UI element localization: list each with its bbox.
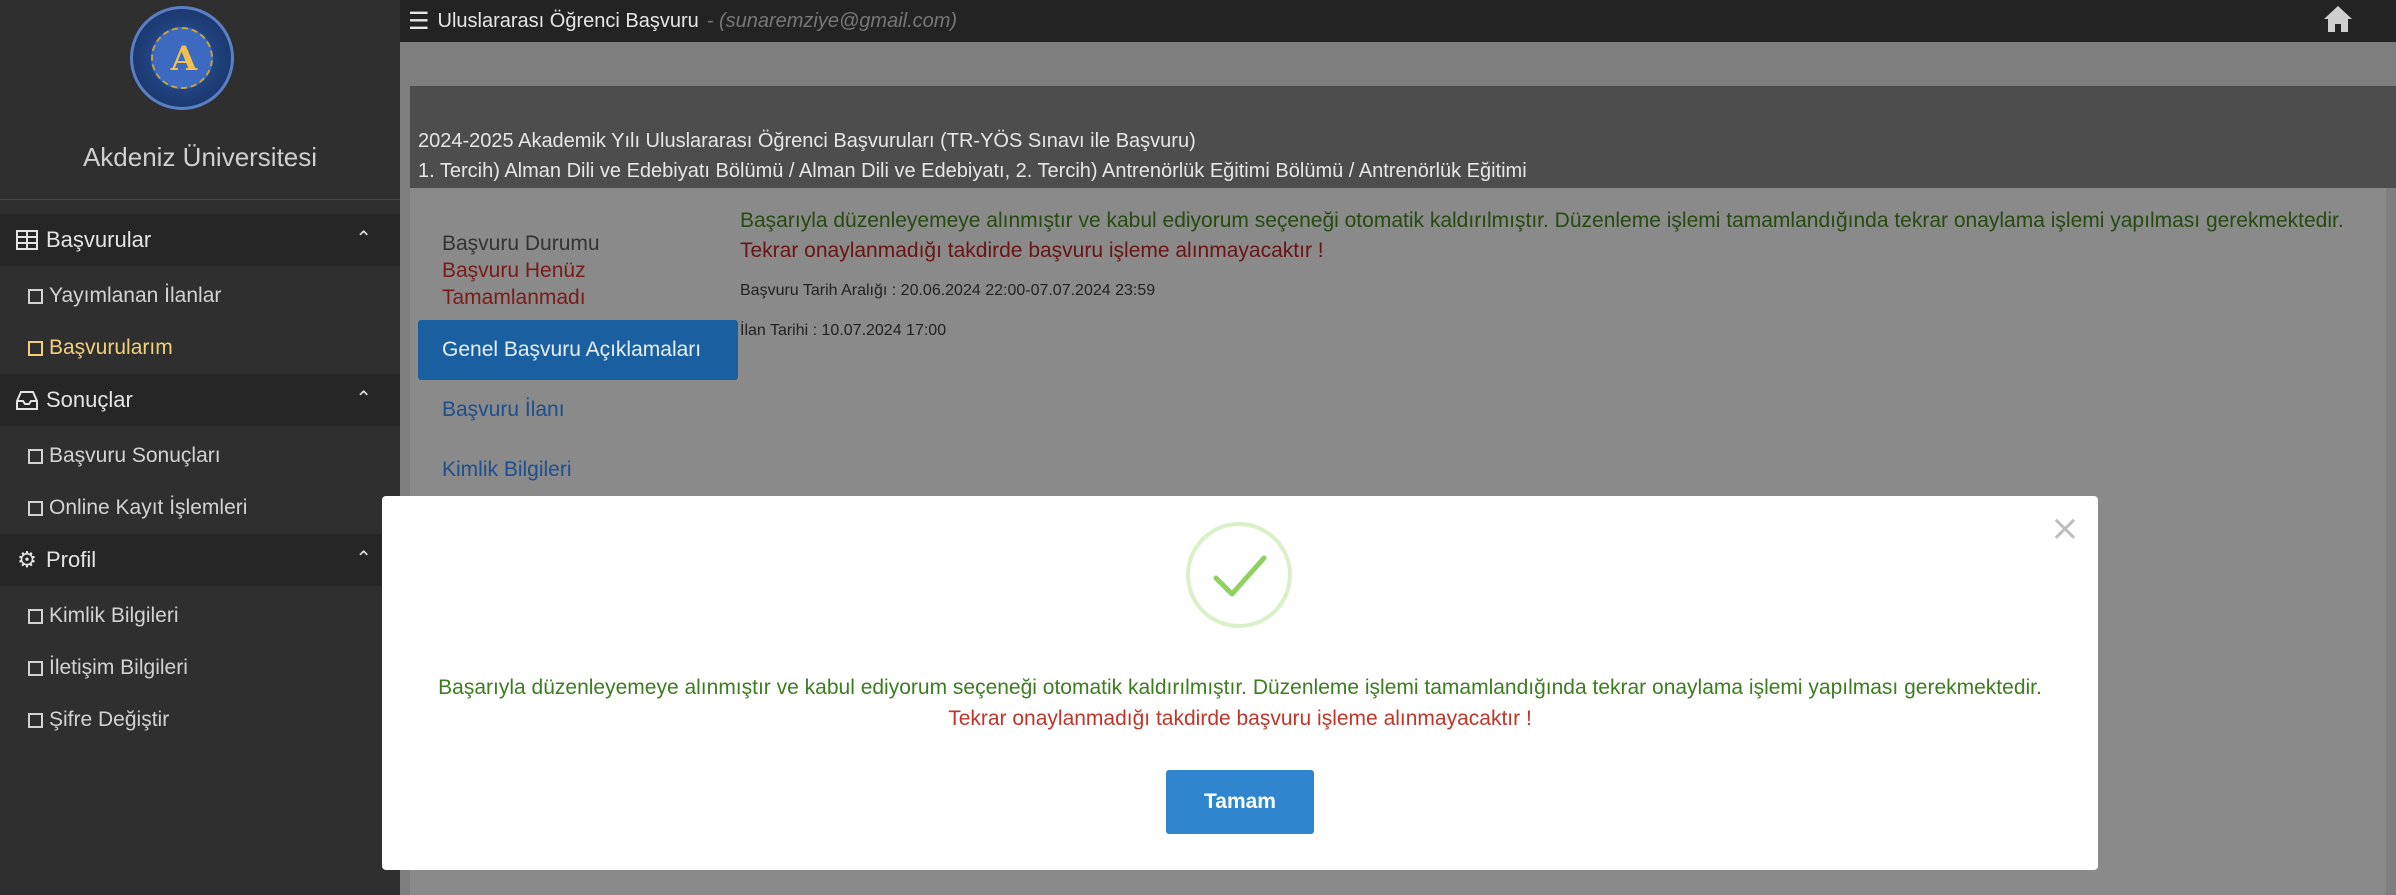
home-icon[interactable] xyxy=(2322,4,2354,42)
menu-group-label: Başvurular xyxy=(46,227,152,252)
tab-kimlik-bilgileri[interactable]: Kimlik Bilgileri xyxy=(418,440,738,500)
menu-group-profil[interactable]: ⚙ Profil ⌃ xyxy=(0,534,400,586)
chevron-up-icon[interactable]: ⌃ xyxy=(355,386,372,411)
hamburger-menu-icon[interactable]: ☰ xyxy=(408,7,430,36)
square-icon xyxy=(28,340,43,356)
logo-area: A Akdeniz Üniversitesi xyxy=(0,0,400,200)
sidebar-item-online-kayit[interactable]: Online Kayıt İşlemleri xyxy=(0,482,400,534)
application-status: Başvuru Durumu Başvuru Henüz Tamamlanmad… xyxy=(418,210,738,320)
square-icon xyxy=(28,448,43,464)
chevron-up-icon[interactable]: ⌃ xyxy=(355,226,372,251)
application-header: 2024-2025 Akademik Yılı Uluslararası Öğr… xyxy=(410,86,2396,188)
inbox-icon xyxy=(14,387,40,413)
dialog-message: Başarıyla düzenleyemeye alınmıştır ve ka… xyxy=(382,672,2098,734)
status-value: Başvuru Henüz Tamamlanmadı xyxy=(442,259,586,309)
info-success-text: Başarıyla düzenleyemeye alınmıştır ve ka… xyxy=(740,209,2344,232)
square-icon xyxy=(28,288,43,304)
sidebar-item-label: Yayımlanan İlanlar xyxy=(49,284,222,307)
tab-basvuru-ilani[interactable]: Başvuru İlanı xyxy=(418,380,738,440)
sidebar-item-label: Başvurularım xyxy=(49,336,173,359)
dialog-success-text: Başarıyla düzenleyemeye alınmıştır ve ka… xyxy=(438,676,2042,699)
menu-group-label: Sonuçlar xyxy=(46,387,133,412)
university-name: Akdeniz Üniversitesi xyxy=(82,142,318,172)
announce-date: İlan Tarihi : 10.07.2024 17:00 xyxy=(740,322,947,339)
university-logo: A xyxy=(130,6,234,110)
application-info: Başarıyla düzenleyemeye alınmıştır ve ka… xyxy=(740,206,2380,346)
sidebar-item-label: İletişim Bilgileri xyxy=(49,656,188,679)
sidebar-item-kimlik-bilgileri[interactable]: Kimlik Bilgileri xyxy=(0,590,400,642)
sidebar-item-basvurularim[interactable]: Başvurularım xyxy=(0,322,400,374)
user-email: - (sunaremziye@gmail.com) xyxy=(706,9,958,32)
menu-group-label: Profil xyxy=(46,547,97,572)
info-warning-text: Tekrar onaylanmadığı takdirde başvuru iş… xyxy=(740,239,1324,262)
sidebar-item-yayimlanan-ilanlar[interactable]: Yayımlanan İlanlar xyxy=(0,270,400,322)
square-icon xyxy=(28,608,43,624)
tab-genel-aciklamalar[interactable]: Genel Başvuru Açıklamaları xyxy=(418,320,738,380)
sidebar-item-label: Online Kayıt İşlemleri xyxy=(49,496,248,519)
top-bar: ☰ Uluslararası Öğrenci Başvuru - (sunare… xyxy=(400,0,2396,42)
sidebar: A Akdeniz Üniversitesi Başvurular ⌃ Yayı… xyxy=(0,0,400,895)
close-icon[interactable]: × xyxy=(2050,508,2080,549)
sidebar-item-iletisim-bilgileri[interactable]: İletişim Bilgileri xyxy=(0,642,400,694)
date-range: Başvuru Tarih Aralığı : 20.06.2024 22:00… xyxy=(740,282,1156,299)
logo-letter: A xyxy=(170,39,198,79)
sidebar-item-label: Başvuru Sonuçları xyxy=(49,444,221,467)
sidebar-item-sifre-degistir[interactable]: Şifre Değiştir xyxy=(0,694,400,746)
ok-button[interactable]: Tamam xyxy=(1166,770,1314,834)
success-indicator xyxy=(1186,522,1292,628)
check-icon xyxy=(1213,555,1267,597)
logo-emblem: A xyxy=(151,27,213,89)
success-dialog: × Başarıyla düzenleyemeye alınmıştır ve … xyxy=(382,496,2098,870)
folder-icon xyxy=(14,227,40,253)
square-icon xyxy=(28,660,43,676)
chevron-up-icon[interactable]: ⌃ xyxy=(355,546,372,571)
cogs-icon: ⚙ xyxy=(17,547,37,572)
square-icon xyxy=(28,500,43,516)
app-title: Uluslararası Öğrenci Başvuru xyxy=(437,9,699,32)
application-title: 2024-2025 Akademik Yılı Uluslararası Öğr… xyxy=(418,130,1196,152)
sidebar-item-basvuru-sonuclari[interactable]: Başvuru Sonuçları xyxy=(0,430,400,482)
sidebar-item-label: Şifre Değiştir xyxy=(49,708,170,731)
square-icon xyxy=(28,712,43,728)
dialog-warning-text: Tekrar onaylanmadığı takdirde başvuru iş… xyxy=(948,707,1532,730)
status-label: Başvuru Durumu xyxy=(442,232,600,255)
menu-group-basvurular[interactable]: Başvurular ⌃ xyxy=(0,214,400,266)
application-tabs: Başvuru Durumu Başvuru Henüz Tamamlanmad… xyxy=(418,210,738,500)
application-preferences: 1. Tercih) Alman Dili ve Edebiyatı Bölüm… xyxy=(418,160,1527,182)
sidebar-item-label: Kimlik Bilgileri xyxy=(49,604,179,627)
menu-group-sonuclar[interactable]: Sonuçlar ⌃ xyxy=(0,374,400,426)
